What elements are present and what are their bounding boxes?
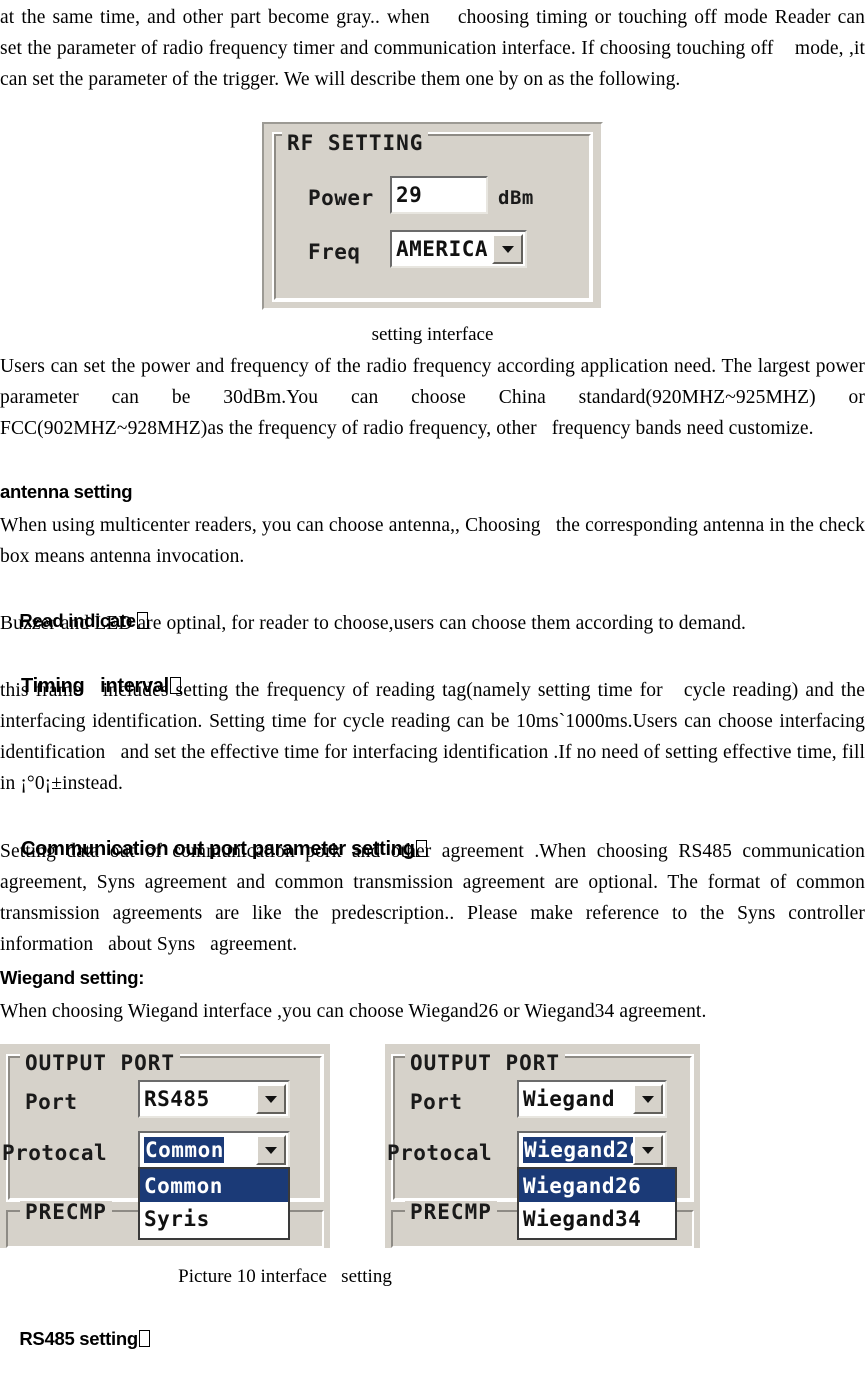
paragraph-rf-body: Users can set the power and frequency of… — [0, 356, 865, 439]
power-label: Power — [308, 186, 374, 210]
output-port-right-dropdown-list[interactable]: Wiegand26 Wiegand34 — [517, 1167, 677, 1240]
dropdown-option-1[interactable]: Wiegand34 — [519, 1202, 675, 1236]
output-port-right-port-combobox-button[interactable] — [633, 1084, 663, 1114]
output-port-right-protocol-label: Protocal — [387, 1141, 493, 1165]
rf-setting-group-title: RF SETTING — [282, 132, 429, 154]
paragraph-timing-body: this frame includes setting the frequenc… — [0, 680, 865, 794]
dropdown-option-0[interactable]: Wiegand26 — [519, 1169, 675, 1202]
output-port-left-dropdown-list[interactable]: Common Syris — [138, 1167, 290, 1240]
rf-setting-dialog: RF SETTING Power 29 dBm Freq AMERICA — [262, 122, 603, 310]
output-port-dialog-left: OUTPUT PORT Port RS485 Protocal Common P… — [0, 1044, 330, 1248]
paragraph-intro: at the same time, and other part become … — [0, 7, 865, 90]
dropdown-option-0[interactable]: Common — [140, 1169, 288, 1202]
paragraph-wiegand-body: When choosing Wiegand interface ,you can… — [0, 1001, 707, 1022]
output-port-left-group-title: OUTPUT PORT — [20, 1052, 181, 1074]
chevron-down-icon — [265, 1095, 277, 1103]
output-port-left-protocol-combobox-button[interactable] — [256, 1135, 286, 1165]
heading-rs485-setting: RS485 setting — [0, 1292, 150, 1385]
freq-combobox-value: AMERICA — [396, 237, 489, 261]
chevron-down-icon — [642, 1146, 654, 1154]
output-port-left-protocol-value: Common — [144, 1137, 224, 1163]
heading-antenna-setting: antenna setting — [0, 481, 133, 502]
output-port-right-port-label: Port — [410, 1090, 463, 1114]
power-unit-label: dBm — [498, 187, 534, 209]
output-port-right-port-value: Wiegand — [523, 1087, 616, 1111]
heading-rs485-setting-text: RS485 setting — [19, 1328, 138, 1349]
paragraph-read-indicate-body: Buzzer and LED are optinal, for reader t… — [0, 613, 747, 634]
precmp-left-group-title: PRECMP — [20, 1201, 112, 1223]
output-port-right-protocol-value: Wiegand26 — [523, 1137, 643, 1163]
output-port-right-protocol-combobox-button[interactable] — [633, 1135, 663, 1165]
chevron-down-icon — [265, 1146, 277, 1154]
paragraph-antenna-body: When using multicenter readers, you can … — [0, 515, 865, 567]
freq-combobox-button[interactable] — [492, 234, 523, 264]
output-port-left-port-value: RS485 — [144, 1087, 210, 1111]
heading-wiegand-setting: Wiegand setting: — [0, 967, 145, 988]
freq-label: Freq — [308, 240, 361, 264]
precmp-right-group-title: PRECMP — [405, 1201, 497, 1223]
picture10-caption: Picture 10 interface setting — [178, 1266, 392, 1287]
rf-setting-groupbox — [272, 132, 593, 302]
power-input[interactable]: 29 — [390, 176, 488, 214]
output-port-left-protocol-label: Protocal — [2, 1141, 108, 1165]
output-port-left-port-label: Port — [25, 1090, 78, 1114]
rf-setting-groupbox-border — [274, 134, 591, 300]
dropdown-option-1[interactable]: Syris — [140, 1202, 288, 1236]
chevron-down-icon — [642, 1095, 654, 1103]
fullwidth-colon-glyph — [138, 1330, 150, 1347]
paragraph-communication-body: Setting data out of communication pork a… — [0, 841, 865, 955]
output-port-left-port-combobox-button[interactable] — [256, 1084, 286, 1114]
output-port-right-group-title: OUTPUT PORT — [405, 1052, 566, 1074]
power-input-value: 29 — [396, 183, 423, 207]
chevron-down-icon — [501, 245, 514, 253]
output-port-dialog-right: OUTPUT PORT Port Wiegand Protocal Wiegan… — [385, 1044, 700, 1248]
rf-figure-caption: setting interface — [371, 324, 494, 345]
